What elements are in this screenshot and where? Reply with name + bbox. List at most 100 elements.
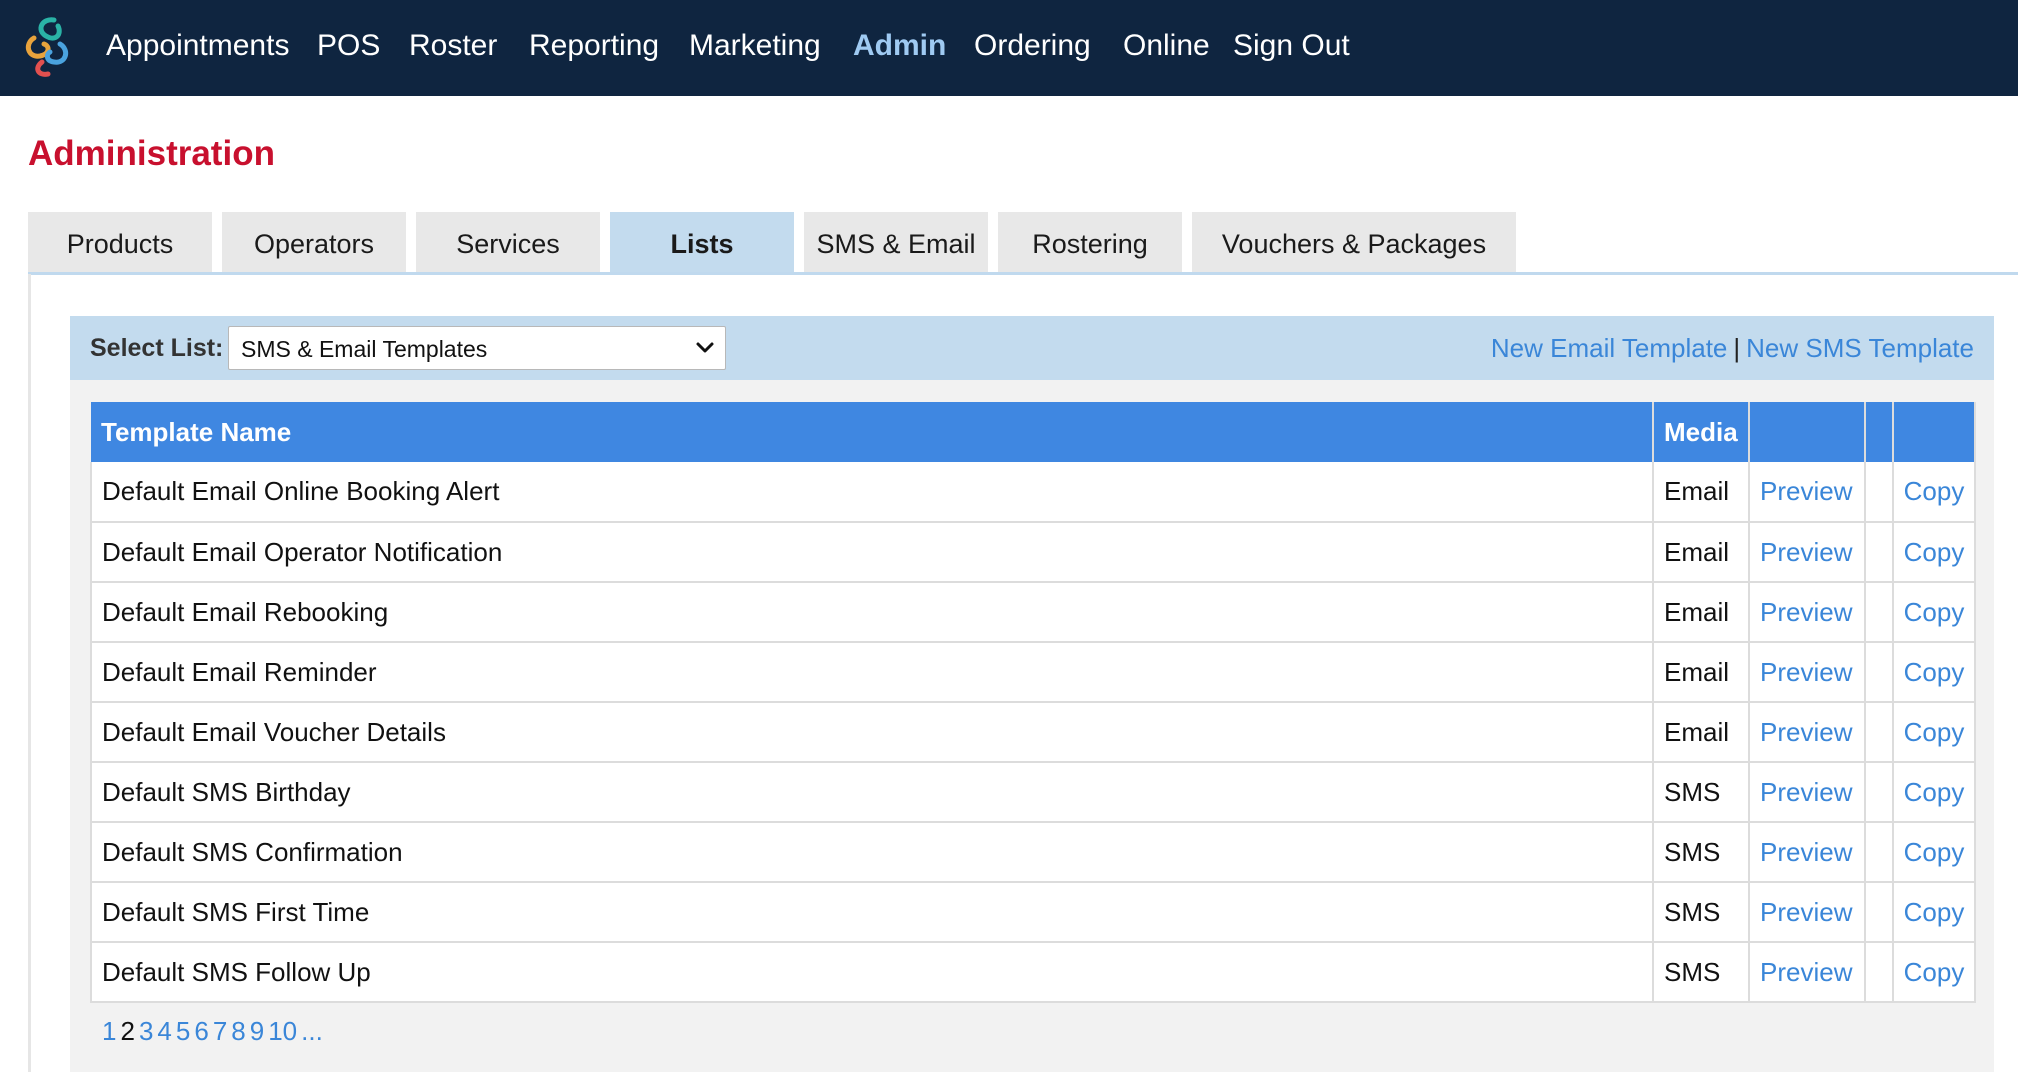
copy-link[interactable]: Copy (1893, 762, 1976, 823)
preview-link[interactable]: Preview (1749, 882, 1866, 943)
nav-sign-out[interactable]: Sign Out (1233, 24, 1350, 68)
table-header-row: Template Name Media (91, 402, 1976, 462)
spacer-cell (1865, 762, 1894, 823)
nav-ordering[interactable]: Ordering (974, 24, 1091, 68)
template-name-cell: Default Email Rebooking (90, 582, 1654, 643)
preview-link[interactable]: Preview (1749, 642, 1866, 703)
media-cell: Email (1653, 462, 1750, 523)
select-list-bar: Select List: SMS & Email Templates New E… (70, 316, 1994, 380)
new-sms-template-link[interactable]: New SMS Template (1746, 333, 1974, 363)
tab-services[interactable]: Services (416, 212, 600, 273)
preview-link[interactable]: Preview (1749, 582, 1866, 643)
table-row: Default SMS Birthday SMS Preview Copy (90, 762, 1976, 823)
template-name-cell: Default Email Operator Notification (90, 522, 1654, 583)
page-link[interactable]: 3 (139, 1016, 153, 1046)
tab-sms-email[interactable]: SMS & Email (804, 212, 988, 273)
spacer-cell (1865, 642, 1894, 703)
media-cell: Email (1653, 702, 1750, 763)
template-name-cell: Default Email Online Booking Alert (90, 462, 1654, 523)
pagination: 1 2 3 4 5 6 7 8 9 10... (102, 1012, 327, 1050)
new-email-template-link[interactable]: New Email Template (1491, 333, 1728, 363)
spacer-cell (1865, 582, 1894, 643)
tab-operators[interactable]: Operators (222, 212, 406, 273)
preview-link[interactable]: Preview (1749, 822, 1866, 883)
template-name-cell: Default SMS Birthday (90, 762, 1654, 823)
table-row: Default Email Operator Notification Email… (90, 522, 1976, 583)
template-name-cell: Default SMS Confirmation (90, 822, 1654, 883)
page-current: 2 (120, 1016, 135, 1046)
page-link[interactable]: 5 (176, 1016, 190, 1046)
page-link[interactable]: ... (301, 1016, 323, 1046)
page-link[interactable]: 6 (194, 1016, 208, 1046)
select-list-value: SMS & Email Templates (241, 336, 488, 362)
table-row: Default Email Voucher Details Email Previe… (90, 702, 1976, 763)
page-link[interactable]: 7 (213, 1016, 227, 1046)
page-link[interactable]: 4 (157, 1016, 171, 1046)
page-link[interactable]: 10 (268, 1016, 297, 1046)
tab-lists[interactable]: Lists (610, 212, 794, 273)
nav-pos[interactable]: POS (317, 24, 380, 68)
copy-link[interactable]: Copy (1893, 522, 1976, 583)
templates-panel: Template Name Media Default Email Online… (70, 380, 1994, 1072)
table-row: Default SMS Follow Up SMS Preview Copy (90, 942, 1976, 1003)
copy-link[interactable]: Copy (1893, 822, 1976, 883)
spacer-cell (1865, 522, 1894, 583)
nav-reporting[interactable]: Reporting (529, 24, 659, 68)
select-list-dropdown[interactable]: SMS & Email Templates (228, 326, 726, 370)
media-cell: SMS (1653, 762, 1750, 823)
spacer-cell (1865, 462, 1894, 523)
nav-appointments[interactable]: Appointments (106, 24, 289, 68)
chevron-down-icon (696, 342, 714, 353)
copy-link[interactable]: Copy (1893, 882, 1976, 943)
tab-rostering[interactable]: Rostering (998, 212, 1182, 273)
media-cell: SMS (1653, 942, 1750, 1003)
nav-roster[interactable]: Roster (409, 24, 497, 68)
copy-link[interactable]: Copy (1893, 702, 1976, 763)
preview-link[interactable]: Preview (1749, 522, 1866, 583)
copy-link[interactable]: Copy (1893, 462, 1976, 523)
copy-link[interactable]: Copy (1893, 642, 1976, 703)
column-header-template-name[interactable]: Template Name (91, 402, 1654, 462)
template-name-cell: Default Email Voucher Details (90, 702, 1654, 763)
spacer-cell (1865, 702, 1894, 763)
actions-separator: | (1733, 333, 1741, 363)
preview-link[interactable]: Preview (1749, 762, 1866, 823)
tabs-underline (28, 272, 2018, 275)
top-navbar: Appointments POS Roster Reporting Market… (0, 0, 2018, 96)
nav-admin[interactable]: Admin (853, 24, 946, 68)
table-row: Default Email Online Booking Alert Email P… (90, 462, 1976, 523)
nav-online[interactable]: Online (1123, 24, 1210, 68)
page-link[interactable]: 8 (231, 1016, 245, 1046)
preview-link[interactable]: Preview (1749, 942, 1866, 1003)
spacer-cell (1865, 942, 1894, 1003)
content-border (28, 274, 31, 1072)
select-list-label: Select List: (90, 334, 224, 362)
spacer-cell (1865, 822, 1894, 883)
table-row: Default Email Rebooking Email Preview Copy (90, 582, 1976, 643)
media-cell: Email (1653, 522, 1750, 583)
copy-link[interactable]: Copy (1893, 582, 1976, 643)
templates-table: Template Name Media Default Email Online… (90, 402, 1976, 1003)
media-cell: Email (1653, 582, 1750, 643)
preview-link[interactable]: Preview (1749, 702, 1866, 763)
preview-link[interactable]: Preview (1749, 462, 1866, 523)
tab-vouchers-packages[interactable]: Vouchers & Packages (1192, 212, 1516, 273)
template-name-cell: Default Email Reminder (90, 642, 1654, 703)
table-row: Default SMS Confirmation SMS Preview Copy (90, 822, 1976, 883)
spacer-cell (1865, 882, 1894, 943)
column-header-preview (1749, 402, 1866, 462)
page-title: Administration (28, 134, 275, 173)
column-header-spacer (1865, 402, 1894, 462)
nav-marketing[interactable]: Marketing (689, 24, 821, 68)
template-actions: New Email Template | New SMS Template (1491, 329, 1974, 367)
app-logo-icon[interactable] (20, 14, 76, 80)
media-cell: Email (1653, 642, 1750, 703)
page-link[interactable]: 1 (102, 1016, 116, 1046)
page-link[interactable]: 9 (250, 1016, 264, 1046)
column-header-media[interactable]: Media (1653, 402, 1750, 462)
media-cell: SMS (1653, 882, 1750, 943)
copy-link[interactable]: Copy (1893, 942, 1976, 1003)
tab-products[interactable]: Products (28, 212, 212, 273)
table-row: Default SMS First Time SMS Preview Copy (90, 882, 1976, 943)
column-header-copy (1893, 402, 1976, 462)
